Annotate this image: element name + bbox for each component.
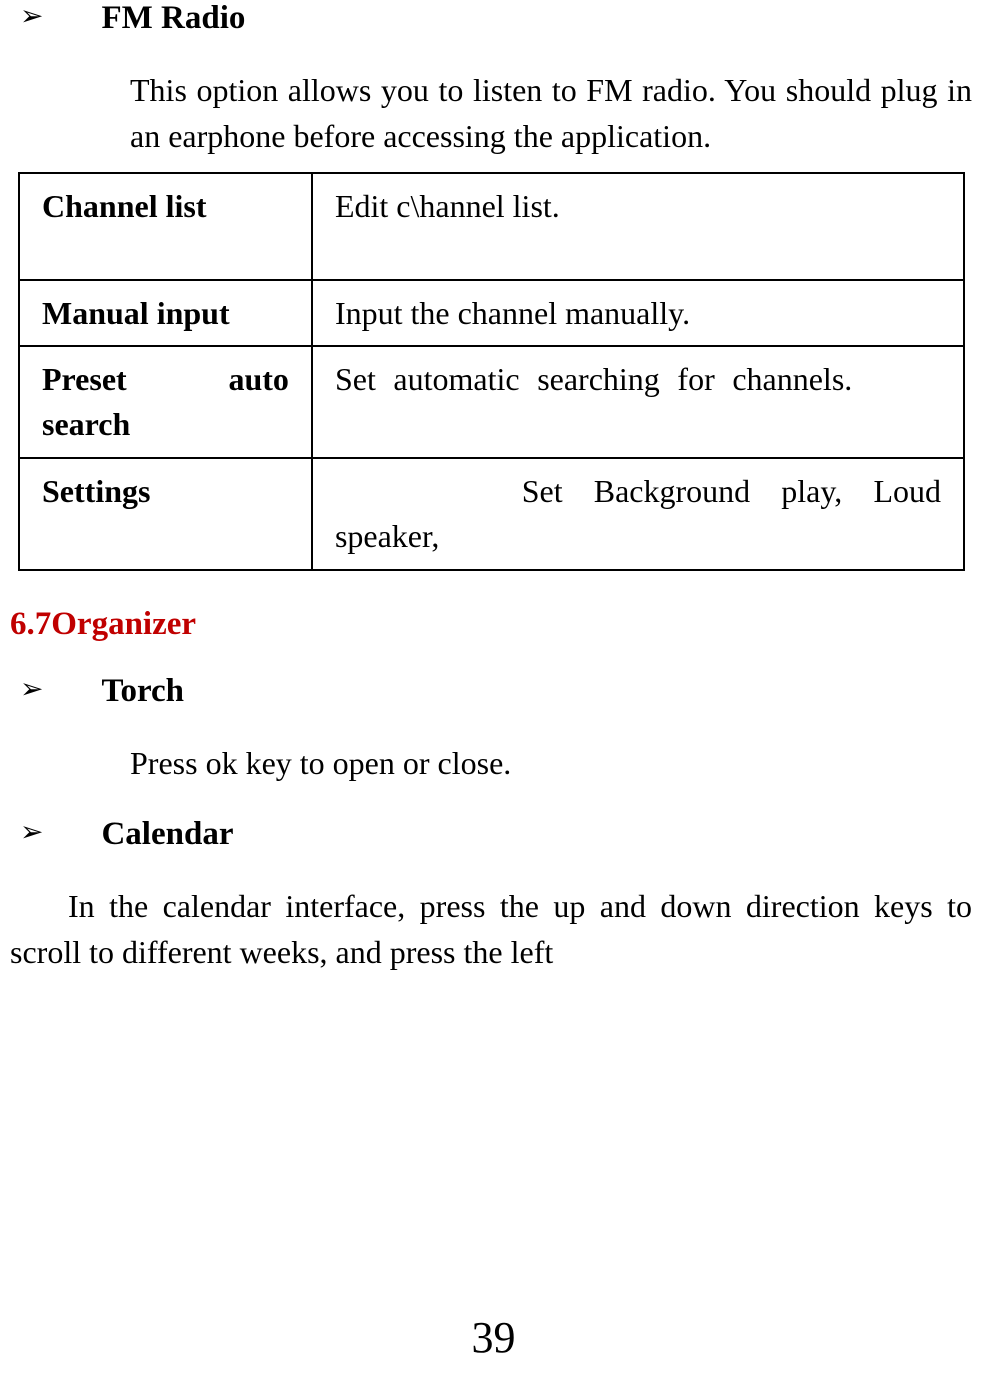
page-number: 39 bbox=[0, 1312, 987, 1363]
section-torch: ➢ Torch bbox=[10, 673, 977, 710]
table-row: Settings Set Background play, Loud speak… bbox=[19, 458, 964, 570]
table-row: Channel list Edit c\hannel list. bbox=[19, 173, 964, 280]
table-cell-desc: Set automatic searching for channels. bbox=[312, 346, 964, 458]
table-cell-desc: Set Background play, Loud speaker, bbox=[312, 458, 964, 570]
section-title-calendar: Calendar bbox=[101, 816, 233, 853]
table-row: Manual input Input the channel manually. bbox=[19, 280, 964, 347]
section-fm-radio: ➢ FM Radio bbox=[10, 0, 977, 37]
table-cell-desc: Input the channel manually. bbox=[312, 280, 964, 347]
body-fm-radio: This option allows you to listen to FM r… bbox=[130, 67, 972, 160]
table-cell-label: Preset auto search bbox=[19, 346, 312, 458]
fm-radio-table: Channel list Edit c\hannel list. Manual … bbox=[18, 172, 965, 571]
table-cell-label: Channel list bbox=[19, 173, 312, 280]
bullet-icon: ➢ bbox=[20, 816, 43, 850]
bullet-icon: ➢ bbox=[20, 0, 43, 34]
body-torch: Press ok key to open or close. bbox=[130, 740, 972, 786]
section-title-torch: Torch bbox=[101, 673, 184, 710]
section-calendar: ➢ Calendar bbox=[10, 816, 977, 853]
section-title-fm-radio: FM Radio bbox=[101, 0, 245, 37]
bullet-icon: ➢ bbox=[20, 673, 43, 707]
table-cell-label: Settings bbox=[19, 458, 312, 570]
table-cell-desc: Edit c\hannel list. bbox=[312, 173, 964, 280]
body-calendar: In the calendar interface, press the up … bbox=[10, 883, 972, 976]
table-cell-label: Manual input bbox=[19, 280, 312, 347]
heading-organizer: 6.7Organizer bbox=[10, 606, 977, 643]
table-row: Preset auto search Set automatic searchi… bbox=[19, 346, 964, 458]
